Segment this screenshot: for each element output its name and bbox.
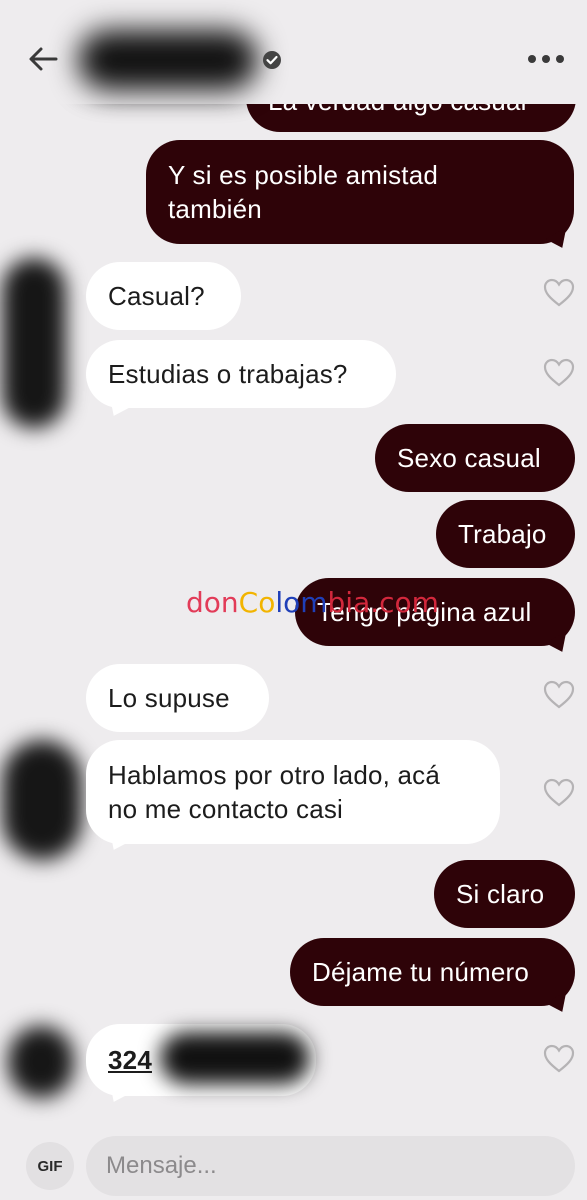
message-bubble-outgoing[interactable]: Trabajo bbox=[436, 500, 575, 568]
message-text: Si claro bbox=[456, 879, 545, 909]
redacted-phone-number bbox=[160, 1032, 310, 1084]
phone-number-link[interactable]: 324 bbox=[108, 1043, 152, 1077]
message-text: Sexo casual bbox=[397, 443, 541, 473]
heart-icon[interactable] bbox=[543, 1044, 575, 1074]
message-bubble-outgoing[interactable]: Y si es posible amistad también bbox=[146, 140, 574, 244]
message-bubble-outgoing[interactable]: Déjame tu número bbox=[290, 938, 575, 1006]
message-bubble-outgoing[interactable]: Si claro bbox=[434, 860, 575, 928]
message-text-line: también bbox=[168, 194, 262, 224]
heart-icon[interactable] bbox=[543, 778, 575, 808]
back-arrow-icon[interactable] bbox=[26, 42, 60, 76]
message-bubble-incoming[interactable]: Lo supuse bbox=[86, 664, 269, 732]
more-options-icon[interactable] bbox=[528, 46, 564, 72]
message-text-line: no me contacto casi bbox=[108, 794, 344, 824]
message-text: Estudias o trabajas? bbox=[108, 359, 348, 389]
message-text: Trabajo bbox=[458, 519, 547, 549]
message-bubble-incoming[interactable]: Casual? bbox=[86, 262, 241, 330]
avatar bbox=[2, 258, 66, 428]
heart-icon[interactable] bbox=[543, 680, 575, 710]
message-text-line: Y si es posible amistad bbox=[168, 160, 439, 190]
avatar bbox=[2, 740, 82, 860]
message-text-line: Hablamos por otro lado, acá bbox=[108, 760, 441, 790]
message-bubble-incoming[interactable]: Hablamos por otro lado, acá no me contac… bbox=[86, 740, 500, 844]
message-bubble-outgoing[interactable]: Sexo casual bbox=[375, 424, 575, 492]
message-input[interactable] bbox=[86, 1136, 575, 1196]
message-text: Déjame tu número bbox=[312, 957, 530, 987]
chat-screen: La verdad algo casual Y si es posible am… bbox=[0, 0, 587, 1200]
watermark: donColombia.com bbox=[186, 586, 439, 619]
verified-badge-icon bbox=[263, 51, 281, 69]
avatar bbox=[8, 1026, 74, 1098]
message-text: Casual? bbox=[108, 281, 205, 311]
gif-button[interactable]: GIF bbox=[26, 1142, 74, 1190]
redacted-contact-name[interactable] bbox=[78, 30, 258, 90]
message-bubble-incoming[interactable]: Estudias o trabajas? bbox=[86, 340, 396, 408]
heart-icon[interactable] bbox=[543, 358, 575, 388]
message-text: Lo supuse bbox=[108, 683, 230, 713]
heart-icon[interactable] bbox=[543, 278, 575, 308]
